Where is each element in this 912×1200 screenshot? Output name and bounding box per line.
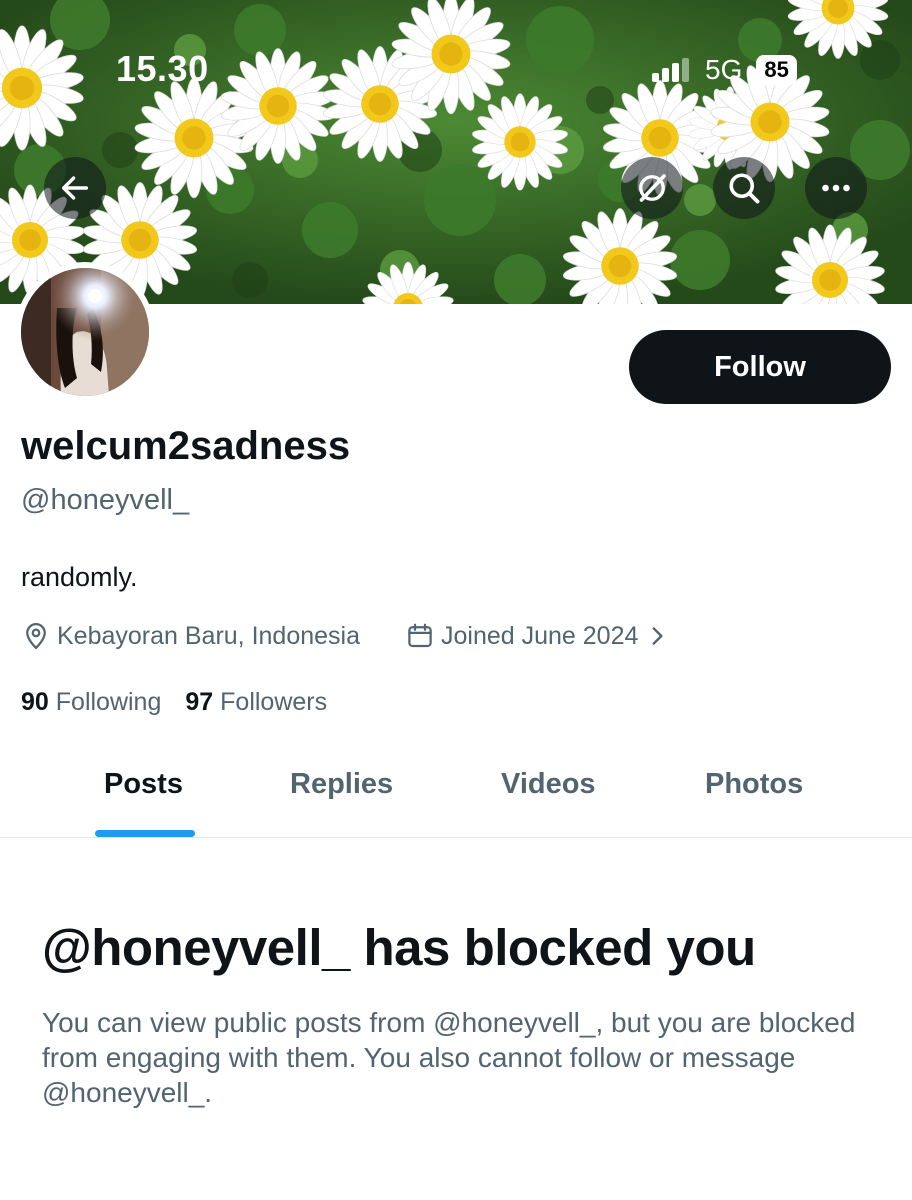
joined-text: Joined June 2024 bbox=[441, 621, 639, 650]
profile-tabs: Posts Replies Videos Photos bbox=[0, 740, 912, 838]
following-count: 90 bbox=[21, 688, 49, 716]
blocked-title: @honeyvell_ has blocked you bbox=[42, 919, 756, 976]
tab-replies[interactable]: Replies bbox=[290, 768, 393, 801]
more-horizontal-icon bbox=[822, 184, 850, 192]
followers-stat[interactable]: 97 Followers bbox=[185, 688, 327, 717]
grok-button[interactable] bbox=[621, 157, 683, 219]
status-time: 15.30 bbox=[116, 48, 209, 89]
location-text: Kebayoran Baru, Indonesia bbox=[57, 621, 360, 650]
handle: @honeyvell_ bbox=[21, 484, 190, 516]
follow-stats: 90 Following 97 Followers bbox=[21, 688, 327, 717]
blocked-description: You can view public posts from @honeyvel… bbox=[42, 1007, 856, 1108]
tab-posts[interactable]: Posts bbox=[104, 768, 183, 801]
followers-count: 97 bbox=[185, 688, 214, 716]
active-tab-indicator bbox=[95, 830, 195, 837]
bio: randomly. bbox=[21, 562, 138, 592]
following-label: Following bbox=[55, 688, 162, 716]
joined-date[interactable]: Joined June 2024 bbox=[405, 619, 676, 653]
location-pin-icon bbox=[26, 623, 46, 650]
location: Kebayoran Baru, Indonesia bbox=[21, 619, 360, 653]
following-stat[interactable]: 90 Following bbox=[21, 688, 161, 717]
grok-icon bbox=[639, 174, 666, 202]
tab-videos[interactable]: Videos bbox=[501, 768, 596, 801]
battery-level: 85 bbox=[756, 55, 797, 85]
calendar-icon bbox=[408, 623, 432, 648]
signal-icon bbox=[652, 58, 689, 82]
more-button[interactable] bbox=[805, 157, 867, 219]
avatar[interactable] bbox=[15, 262, 155, 402]
chevron-right-icon bbox=[652, 627, 663, 645]
back-button[interactable] bbox=[44, 157, 106, 219]
avatar-image bbox=[21, 268, 149, 396]
profile-banner[interactable]: 15.30 5G 85 bbox=[0, 0, 912, 304]
search-button[interactable] bbox=[713, 157, 775, 219]
followers-label: Followers bbox=[220, 688, 328, 716]
status-indicators: 5G 85 bbox=[652, 52, 797, 88]
banner-image bbox=[0, 0, 912, 304]
network-type: 5G bbox=[705, 54, 743, 85]
arrow-left-icon bbox=[61, 176, 89, 200]
display-name: welcum2sadness bbox=[21, 424, 351, 468]
search-icon bbox=[729, 173, 760, 204]
follow-button[interactable]: Follow bbox=[629, 330, 891, 404]
tab-photos[interactable]: Photos bbox=[705, 768, 803, 801]
